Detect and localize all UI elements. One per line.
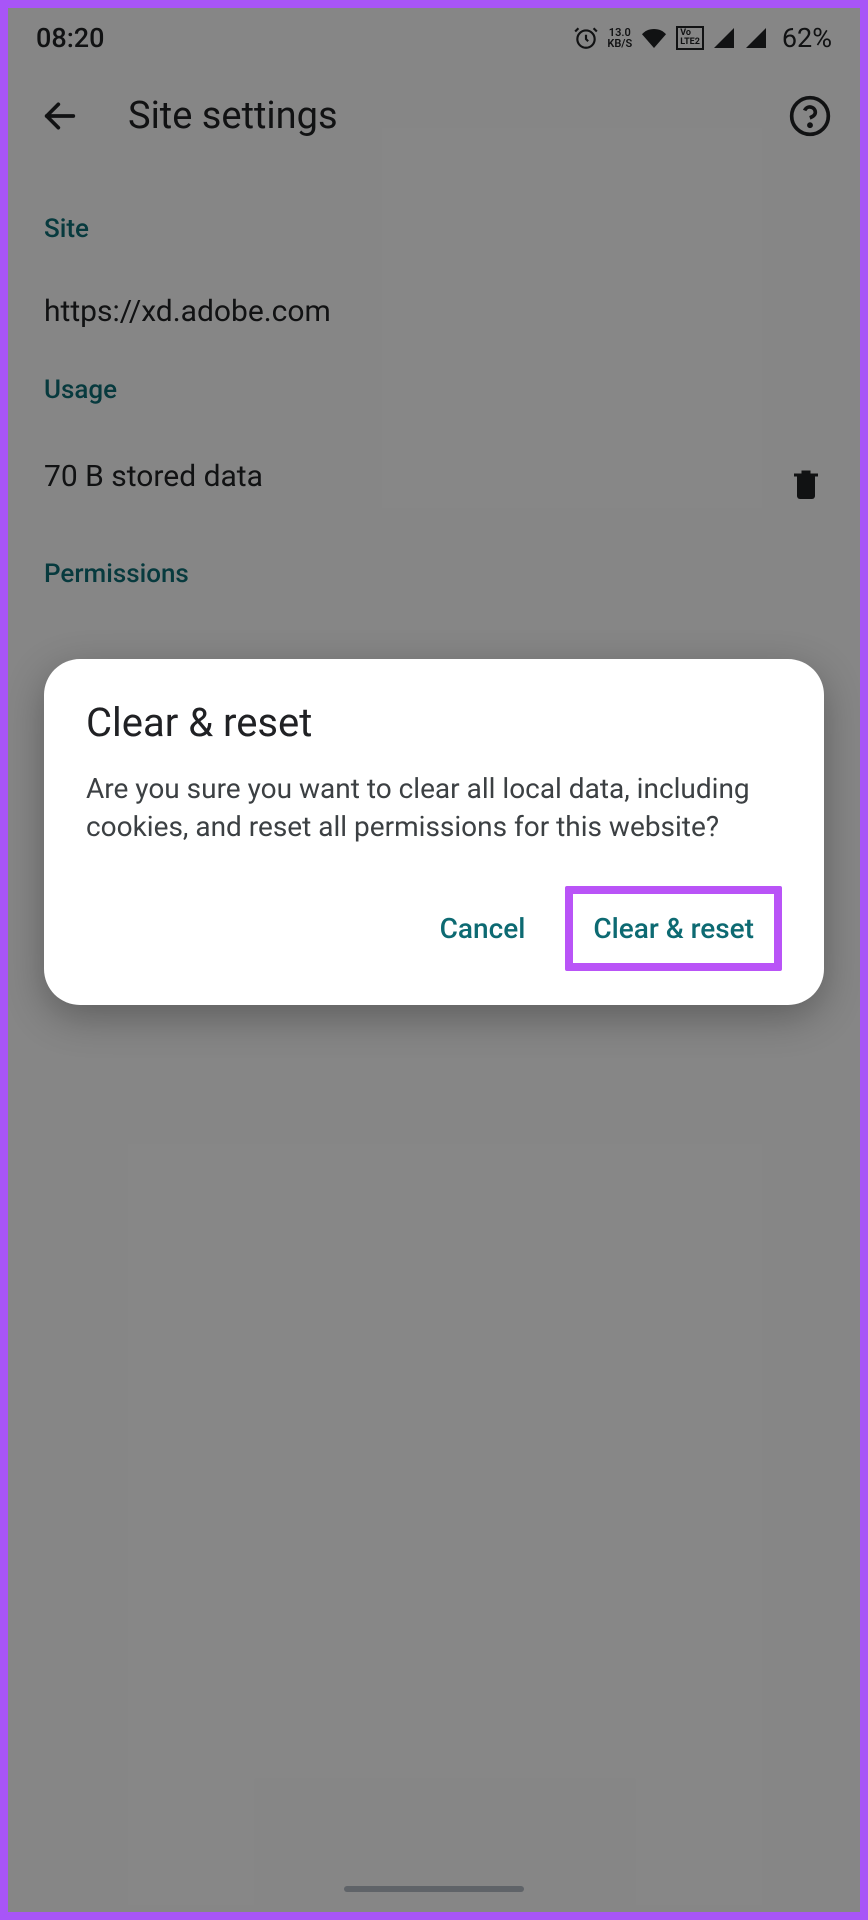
screen: 08:20 13.0 KB/S Vo LTE2 — [8, 8, 860, 1912]
clear-reset-button[interactable]: Clear & reset — [565, 886, 782, 971]
clear-reset-dialog: Clear & reset Are you sure you want to c… — [44, 659, 824, 1005]
home-indicator[interactable] — [344, 1886, 524, 1892]
dialog-title: Clear & reset — [86, 699, 782, 746]
modal-overlay[interactable]: Clear & reset Are you sure you want to c… — [8, 8, 860, 1912]
dialog-actions: Cancel Clear & reset — [86, 886, 782, 971]
cancel-button[interactable]: Cancel — [420, 900, 546, 957]
dialog-message: Are you sure you want to clear all local… — [86, 770, 782, 846]
